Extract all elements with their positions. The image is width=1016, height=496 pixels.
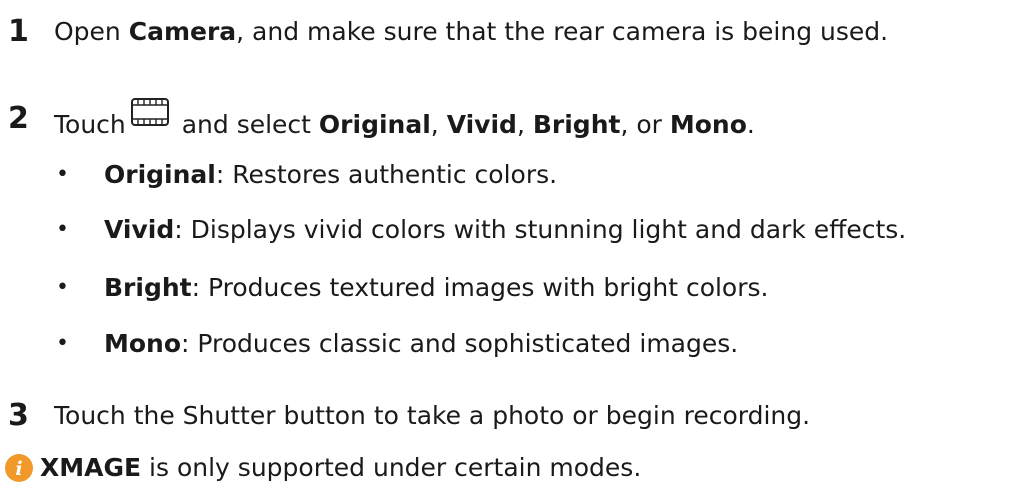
- bullet-dot: •: [56, 331, 69, 356]
- bullet-text: Mono: Produces classic and sophisticated…: [104, 329, 739, 358]
- svg-text:i: i: [15, 458, 22, 480]
- info-icon: i: [4, 453, 34, 483]
- bullet-text: Vivid: Displays vivid colors with stunni…: [104, 215, 907, 244]
- step-text: Open Camera, and make sure that the rear…: [54, 17, 889, 46]
- bullet-text: Original: Restores authentic colors.: [104, 160, 558, 189]
- step-text: Touch and select Original, Vivid, Bright…: [54, 98, 755, 141]
- step-text: Touch the Shutter button to take a photo…: [54, 401, 811, 430]
- bullet-dot: •: [56, 217, 69, 242]
- bullet-dot: •: [56, 162, 69, 187]
- step-number: 1: [8, 14, 29, 49]
- app-name-camera: Camera: [128, 17, 237, 46]
- step-number: 2: [8, 101, 29, 136]
- bullet-dot: •: [56, 275, 69, 300]
- feature-name: XMAGE: [40, 453, 142, 482]
- bullet-text: Bright: Produces textured images with br…: [104, 273, 769, 302]
- step-number: 3: [8, 398, 29, 433]
- filter-film-icon: [130, 97, 170, 135]
- note-text: XMAGE is only supported under certain mo…: [40, 453, 642, 482]
